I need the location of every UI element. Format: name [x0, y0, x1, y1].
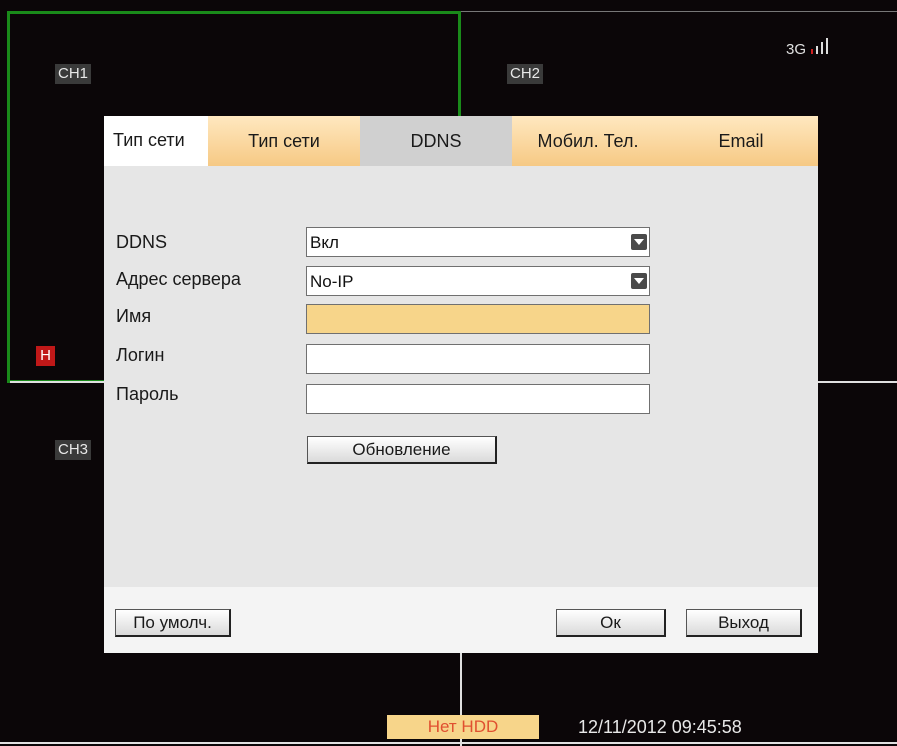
chevron-down-icon[interactable]	[631, 234, 647, 250]
ok-button[interactable]: Ок	[556, 609, 666, 637]
server-address-value: No-IP	[310, 272, 354, 291]
dialog-title: Тип сети	[104, 116, 208, 166]
password-label: Пароль	[116, 384, 179, 404]
hdd-status-badge: Нет HDD	[387, 715, 539, 739]
name-field[interactable]	[306, 304, 650, 334]
screen-bottom-edge	[0, 742, 897, 744]
exit-button[interactable]: Выход	[686, 609, 802, 637]
login-field[interactable]	[306, 344, 650, 374]
ddns-select[interactable]: Вкл	[306, 227, 650, 257]
3g-signal-indicator: 3G	[786, 36, 832, 58]
name-label: Имя	[116, 306, 152, 326]
tab-bar: Тип сети Тип сети DDNS Мобил. Тел. Email	[104, 116, 818, 166]
chevron-down-icon[interactable]	[631, 273, 647, 289]
record-indicator: H	[36, 346, 55, 366]
server-address-select[interactable]: No-IP	[306, 266, 650, 296]
channel-2-label: CH2	[507, 64, 544, 84]
network-settings-dialog: Тип сети Тип сети DDNS Мобил. Тел. Email…	[104, 116, 818, 653]
channel-3-label: CH3	[55, 440, 92, 460]
grid-divider-horizontal-left	[10, 381, 104, 383]
tab-network-type[interactable]: Тип сети	[208, 116, 360, 166]
default-button[interactable]: По умолч.	[115, 609, 231, 637]
channel-1-label: CH1	[55, 64, 92, 84]
ddns-select-value: Вкл	[310, 233, 339, 252]
update-button[interactable]: Обновление	[307, 436, 497, 464]
3g-label: 3G	[786, 41, 807, 58]
dialog-footer: По умолч. Ок Выход	[104, 587, 818, 653]
login-label: Логин	[116, 345, 165, 365]
datetime-display: 12/11/2012 09:45:58	[578, 717, 742, 737]
screen-top-edge	[461, 11, 897, 12]
tab-email[interactable]: Email	[664, 116, 818, 166]
signal-bars-icon	[811, 38, 829, 54]
password-field[interactable]	[306, 384, 650, 414]
tab-ddns[interactable]: DDNS	[360, 116, 512, 166]
tab-mobile-phone[interactable]: Мобил. Тел.	[512, 116, 664, 166]
ddns-label: DDNS	[116, 232, 168, 252]
server-address-label: Адрес сервера	[116, 269, 241, 289]
grid-divider-horizontal-right	[818, 381, 897, 383]
